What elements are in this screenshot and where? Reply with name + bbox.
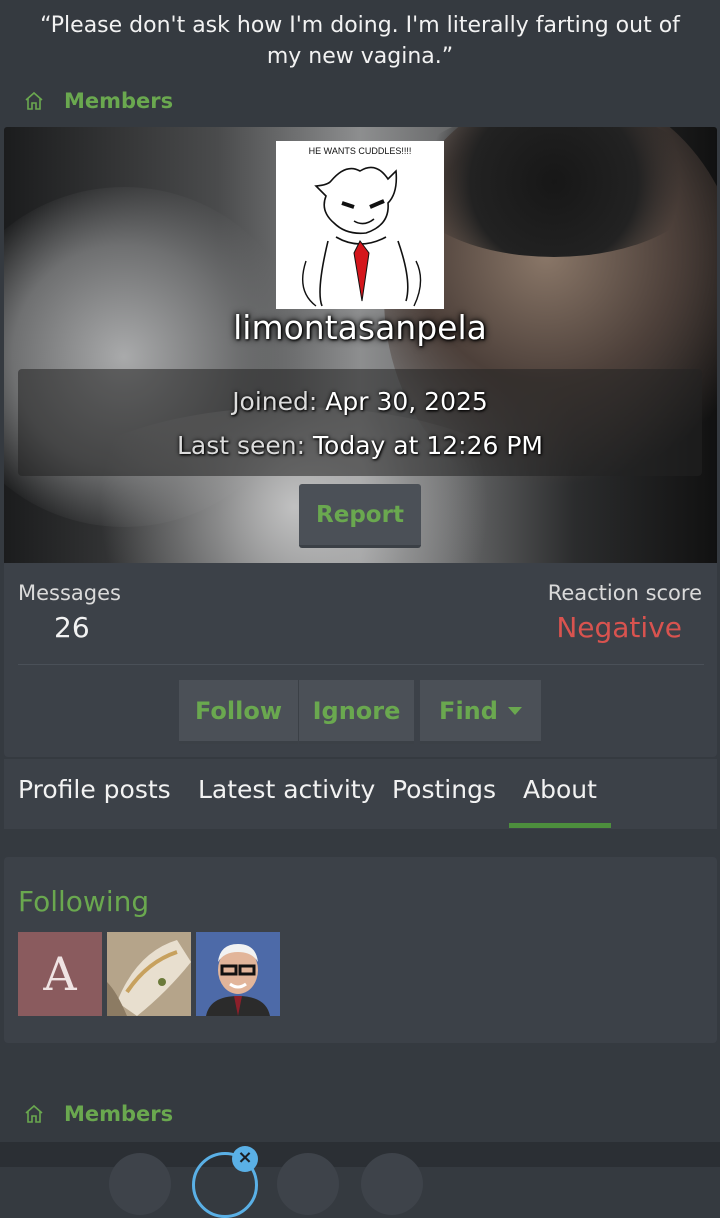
toolbar-button[interactable] — [109, 1153, 171, 1215]
breadcrumb: Members — [22, 86, 173, 116]
tab-about[interactable]: About — [523, 775, 597, 804]
tab-profile-posts[interactable]: Profile posts — [18, 775, 171, 804]
bottom-toolbar: × — [0, 1142, 720, 1218]
report-button[interactable]: Report — [299, 484, 421, 548]
close-icon[interactable]: × — [232, 1146, 258, 1172]
toolbar-button[interactable] — [277, 1153, 339, 1215]
last-seen-row: Last seen: Today at 12:26 PM — [18, 431, 702, 460]
home-icon[interactable] — [22, 89, 46, 113]
profile-info-box: Joined: Apr 30, 2025 Last seen: Today at… — [18, 369, 702, 476]
profile-tabs: Profile posts Latest activity Postings A… — [4, 759, 717, 829]
toolbar-button[interactable] — [361, 1153, 423, 1215]
profile-username: limontasanpela — [233, 308, 487, 347]
find-menu-button[interactable]: Find — [420, 680, 541, 744]
chevron-down-icon — [507, 707, 522, 715]
tab-latest-activity[interactable]: Latest activity — [198, 775, 375, 804]
following-block: Following A — [4, 857, 717, 1043]
find-label: Find — [439, 697, 498, 725]
following-title: Following — [18, 885, 150, 918]
home-icon[interactable] — [22, 1102, 46, 1126]
profile-stats-panel: Messages 26 Reaction score Negative Foll… — [4, 563, 717, 757]
joined-row: Joined: Apr 30, 2025 — [18, 387, 702, 416]
last-seen-label: Last seen: — [177, 431, 306, 460]
breadcrumb-bottom: Members — [22, 1099, 173, 1129]
messages-label: Messages — [18, 581, 121, 605]
stats-divider — [18, 664, 704, 665]
last-seen-value: Today at 12:26 PM — [313, 431, 543, 460]
ignore-button[interactable]: Ignore — [299, 680, 414, 744]
breadcrumb-members-link[interactable]: Members — [64, 1102, 173, 1126]
following-avatar[interactable]: A — [18, 932, 102, 1016]
reaction-score-value[interactable]: Negative — [556, 611, 682, 644]
active-tab-indicator — [509, 823, 611, 828]
avatar-caption: HE WANTS CUDDLES!!!! — [309, 146, 412, 156]
following-avatar[interactable] — [107, 932, 191, 1016]
profile-quote: “Please don't ask how I'm doing. I'm lit… — [40, 13, 680, 69]
profile-avatar[interactable]: HE WANTS CUDDLES!!!! — [276, 141, 444, 309]
messages-value[interactable]: 26 — [54, 611, 90, 644]
reaction-score-label: Reaction score — [547, 581, 702, 605]
tab-postings[interactable]: Postings — [392, 775, 496, 804]
following-avatar[interactable] — [196, 932, 280, 1016]
follow-button[interactable]: Follow — [179, 680, 298, 744]
breadcrumb-members-link[interactable]: Members — [64, 89, 173, 113]
joined-label: Joined: — [232, 387, 318, 416]
joined-value: Apr 30, 2025 — [325, 387, 488, 416]
